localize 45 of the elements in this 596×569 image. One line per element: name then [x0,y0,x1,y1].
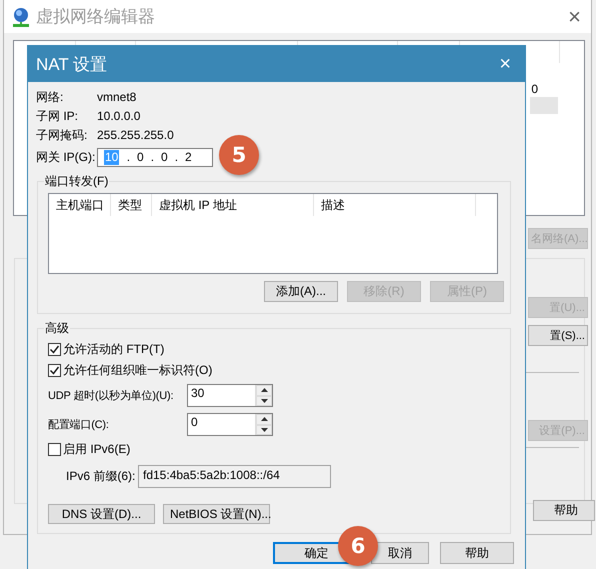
footer-button[interactable]: 帮助 [533,500,595,521]
field-value: 255.255.255.0 [97,127,175,144]
column-header[interactable]: 描述 [314,194,476,216]
checkbox[interactable] [48,443,61,456]
dialog-button[interactable]: 取消 [371,542,429,564]
column-header[interactable]: 类型 [111,194,152,216]
dialog-button[interactable]: 帮助 [440,542,514,564]
field-label: 子网掩码: [36,127,88,144]
network-globe-icon [12,6,30,26]
dialog-title: NAT 设置 [36,54,108,76]
checkbox[interactable] [48,343,61,356]
octet-text: 0 [136,150,145,164]
window-title: 虚拟网络编辑器 [36,6,156,28]
group-title: 高级 [44,321,70,336]
step-callout-tooltip: 5 [219,135,259,175]
field-label: 网络: [36,89,64,106]
settings-button[interactable]: NetBIOS 设置(N)... [163,504,270,524]
octet-text: 2 [184,150,193,164]
field-value: 10.0.0.0 [97,108,142,125]
field-label: 配置端口(C): [48,418,110,432]
action-button[interactable]: 添加(A)... [264,281,338,302]
close-icon[interactable]: × [568,4,581,30]
checkbox-label: 启用 IPv6(E) [63,441,130,458]
side-button[interactable]: 置(S)... [528,325,588,346]
dot-separator: . [174,150,180,164]
checkbox-label: 允许活动的 FTP(T) [63,341,164,358]
step-callout-tooltip: 6 [338,526,378,566]
table-cell: 0 [531,82,538,96]
field-label: UDP 超时(以秒为单位)(U): [48,389,174,403]
field-label: 子网 IP: [36,108,80,125]
group-title: 端口转发(F) [44,174,110,189]
checkbox[interactable] [48,364,61,377]
dot-separator: . [126,150,132,164]
field-value: vmnet8 [97,89,138,106]
settings-button[interactable]: DNS 设置(D)... [48,504,155,524]
ip-address-field[interactable]: 10 . 0 . 0 . 2 [97,148,213,166]
checkbox-label: 允许任何组织唯一标识符(O) [63,362,212,379]
field-label: IPv6 前缀(6): [66,468,136,484]
column-header[interactable]: 主机端口 [49,194,111,216]
field-label: 网关 IP(G): [36,148,96,166]
column-header[interactable]: 虚拟机 IP 地址 [152,194,314,216]
close-icon[interactable]: × [499,52,511,76]
octet-text: 0 [160,150,169,164]
selected-text: 10 [104,150,120,164]
dot-separator: . [150,150,156,164]
